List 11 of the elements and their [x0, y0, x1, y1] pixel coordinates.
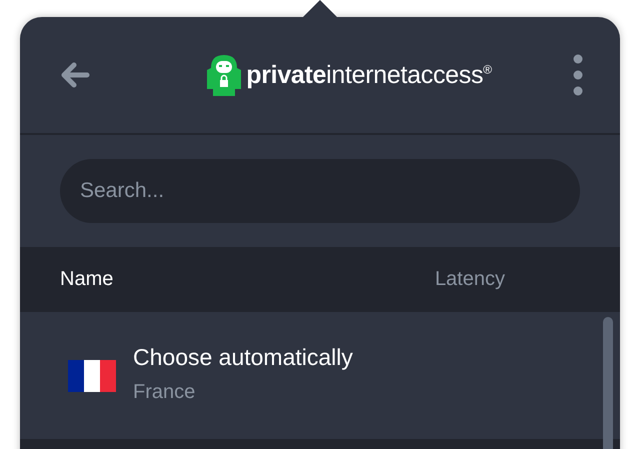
- server-name: Choose automatically: [133, 344, 353, 370]
- logo-text: privateinternetaccess$^{®}$: [246, 60, 492, 90]
- server-row[interactable]: Choose automatically France: [20, 312, 620, 439]
- server-country: France: [133, 380, 196, 404]
- menu-button[interactable]: [573, 54, 583, 96]
- scrollbar[interactable]: [603, 317, 613, 449]
- search-field[interactable]: Search...: [60, 159, 580, 223]
- column-header: Name: [60, 268, 114, 291]
- flag-icon: [68, 360, 116, 392]
- more-icon: [573, 54, 583, 96]
- column-header: Latency: [434, 268, 505, 291]
